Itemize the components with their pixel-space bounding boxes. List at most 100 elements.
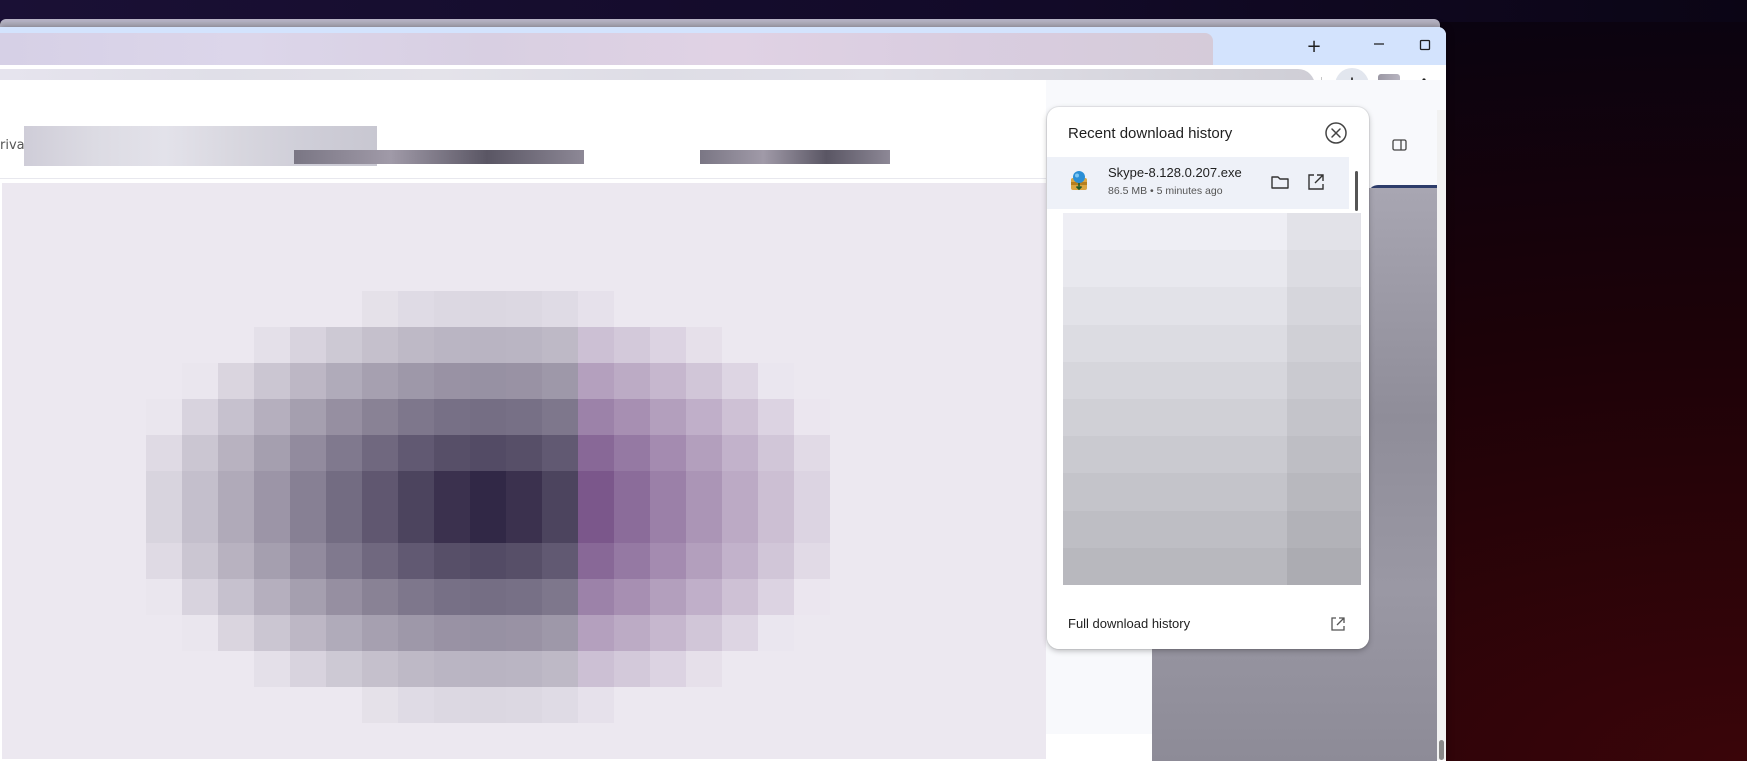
scrollbar-thumb[interactable] [1439, 740, 1444, 760]
thumbnail-strip[interactable] [294, 150, 584, 164]
mosaic-cell [38, 687, 74, 723]
mosaic-cell [74, 651, 110, 687]
mosaic-cell [1010, 687, 1046, 723]
mosaic-cell [38, 291, 74, 327]
mosaic-cell [758, 255, 794, 291]
mosaic-cell [38, 363, 74, 399]
mosaic-cell [578, 219, 614, 255]
mosaic-cell [650, 183, 686, 219]
mosaic-cell [902, 507, 938, 543]
mosaic-cell [2, 363, 38, 399]
mosaic-cell [1249, 213, 1287, 251]
mosaic-cell [1100, 436, 1138, 474]
thumbnail-strip[interactable] [700, 150, 890, 164]
mosaic-cell [218, 471, 254, 507]
mosaic-cell [362, 327, 398, 363]
mosaic-cell [290, 579, 326, 615]
page-scrollbar[interactable] [1437, 110, 1446, 760]
mosaic-cell [326, 363, 362, 399]
mosaic-cell [362, 291, 398, 327]
mosaic-cell [2, 219, 38, 255]
mosaic-cell [146, 507, 182, 543]
mosaic-cell [938, 363, 974, 399]
mosaic-cell [938, 255, 974, 291]
mosaic-cell [1137, 510, 1175, 548]
mosaic-cell [362, 219, 398, 255]
mosaic-cell [1323, 361, 1361, 399]
mosaic-cell [1100, 398, 1138, 437]
mosaic-cell [1010, 651, 1046, 687]
mosaic-cell [1010, 543, 1046, 579]
open-external-icon[interactable] [1305, 171, 1327, 193]
mosaic-cell [2, 687, 38, 723]
mosaic-cell [1063, 473, 1101, 511]
mosaic-cell [218, 543, 254, 579]
mosaic-cell [1010, 435, 1046, 471]
mosaic-cell [794, 723, 830, 759]
mosaic-cell [182, 687, 218, 723]
minimize-button[interactable] [1363, 31, 1395, 63]
mosaic-cell [506, 363, 542, 399]
mosaic-cell [146, 687, 182, 723]
mosaic-cell [146, 327, 182, 363]
mosaic-cell [290, 219, 326, 255]
mosaic-cell [218, 723, 254, 759]
mosaic-cell [290, 363, 326, 399]
mosaic-cell [74, 507, 110, 543]
mosaic-cell [182, 363, 218, 399]
mosaic-cell [110, 651, 146, 687]
mosaic-cell [182, 183, 218, 219]
mosaic-cell [506, 723, 542, 759]
mosaic-cell [110, 183, 146, 219]
mosaic-cell [146, 219, 182, 255]
mosaic-cell [362, 471, 398, 507]
mosaic-cell [38, 327, 74, 363]
mosaic-cell [434, 651, 470, 687]
bubble-scrollbar[interactable] [1355, 171, 1358, 211]
mosaic-cell [974, 183, 1010, 219]
mosaic-cell [614, 363, 650, 399]
mosaic-cell [326, 399, 362, 435]
maximize-button[interactable] [1409, 31, 1441, 63]
mosaic-cell [254, 255, 290, 291]
mosaic-cell [902, 219, 938, 255]
mosaic-cell [1249, 436, 1287, 474]
full-history-link[interactable]: Full download history [1047, 607, 1369, 649]
mosaic-cell [74, 219, 110, 255]
close-circle-icon[interactable] [1324, 121, 1348, 145]
mosaic-cell [1010, 363, 1046, 399]
mosaic-cell [1010, 507, 1046, 543]
mosaic-cell [398, 219, 434, 255]
mosaic-cell [182, 579, 218, 615]
mosaic-cell [38, 219, 74, 255]
mosaic-cell [506, 651, 542, 687]
mosaic-cell [182, 723, 218, 759]
mosaic-cell [1010, 291, 1046, 327]
active-tab-redacted[interactable] [0, 33, 1213, 65]
mosaic-cell [470, 183, 506, 219]
mosaic-cell [902, 363, 938, 399]
mosaic-cell [686, 291, 722, 327]
mosaic-cell [2, 615, 38, 651]
mosaic-cell [650, 399, 686, 435]
mosaic-cell [758, 399, 794, 435]
side-panel-icon[interactable] [1390, 135, 1410, 155]
mosaic-cell [398, 507, 434, 543]
mosaic-cell [938, 471, 974, 507]
open-external-icon[interactable] [1329, 615, 1347, 633]
download-item[interactable]: Skype-8.128.0.207.exe 86.5 MB • 5 minute… [1047, 157, 1349, 209]
mosaic-cell [470, 363, 506, 399]
mosaic-cell [686, 435, 722, 471]
mosaic-cell [218, 579, 254, 615]
mosaic-cell [974, 219, 1010, 255]
mosaic-cell [542, 687, 578, 723]
mosaic-cell [506, 327, 542, 363]
mosaic-cell [722, 435, 758, 471]
mosaic-cell [542, 363, 578, 399]
mosaic-cell [902, 435, 938, 471]
folder-icon[interactable] [1269, 171, 1291, 193]
mosaic-cell [74, 687, 110, 723]
new-tab-button[interactable]: + [1298, 31, 1330, 63]
mosaic-cell [794, 615, 830, 651]
mosaic-cell [362, 543, 398, 579]
